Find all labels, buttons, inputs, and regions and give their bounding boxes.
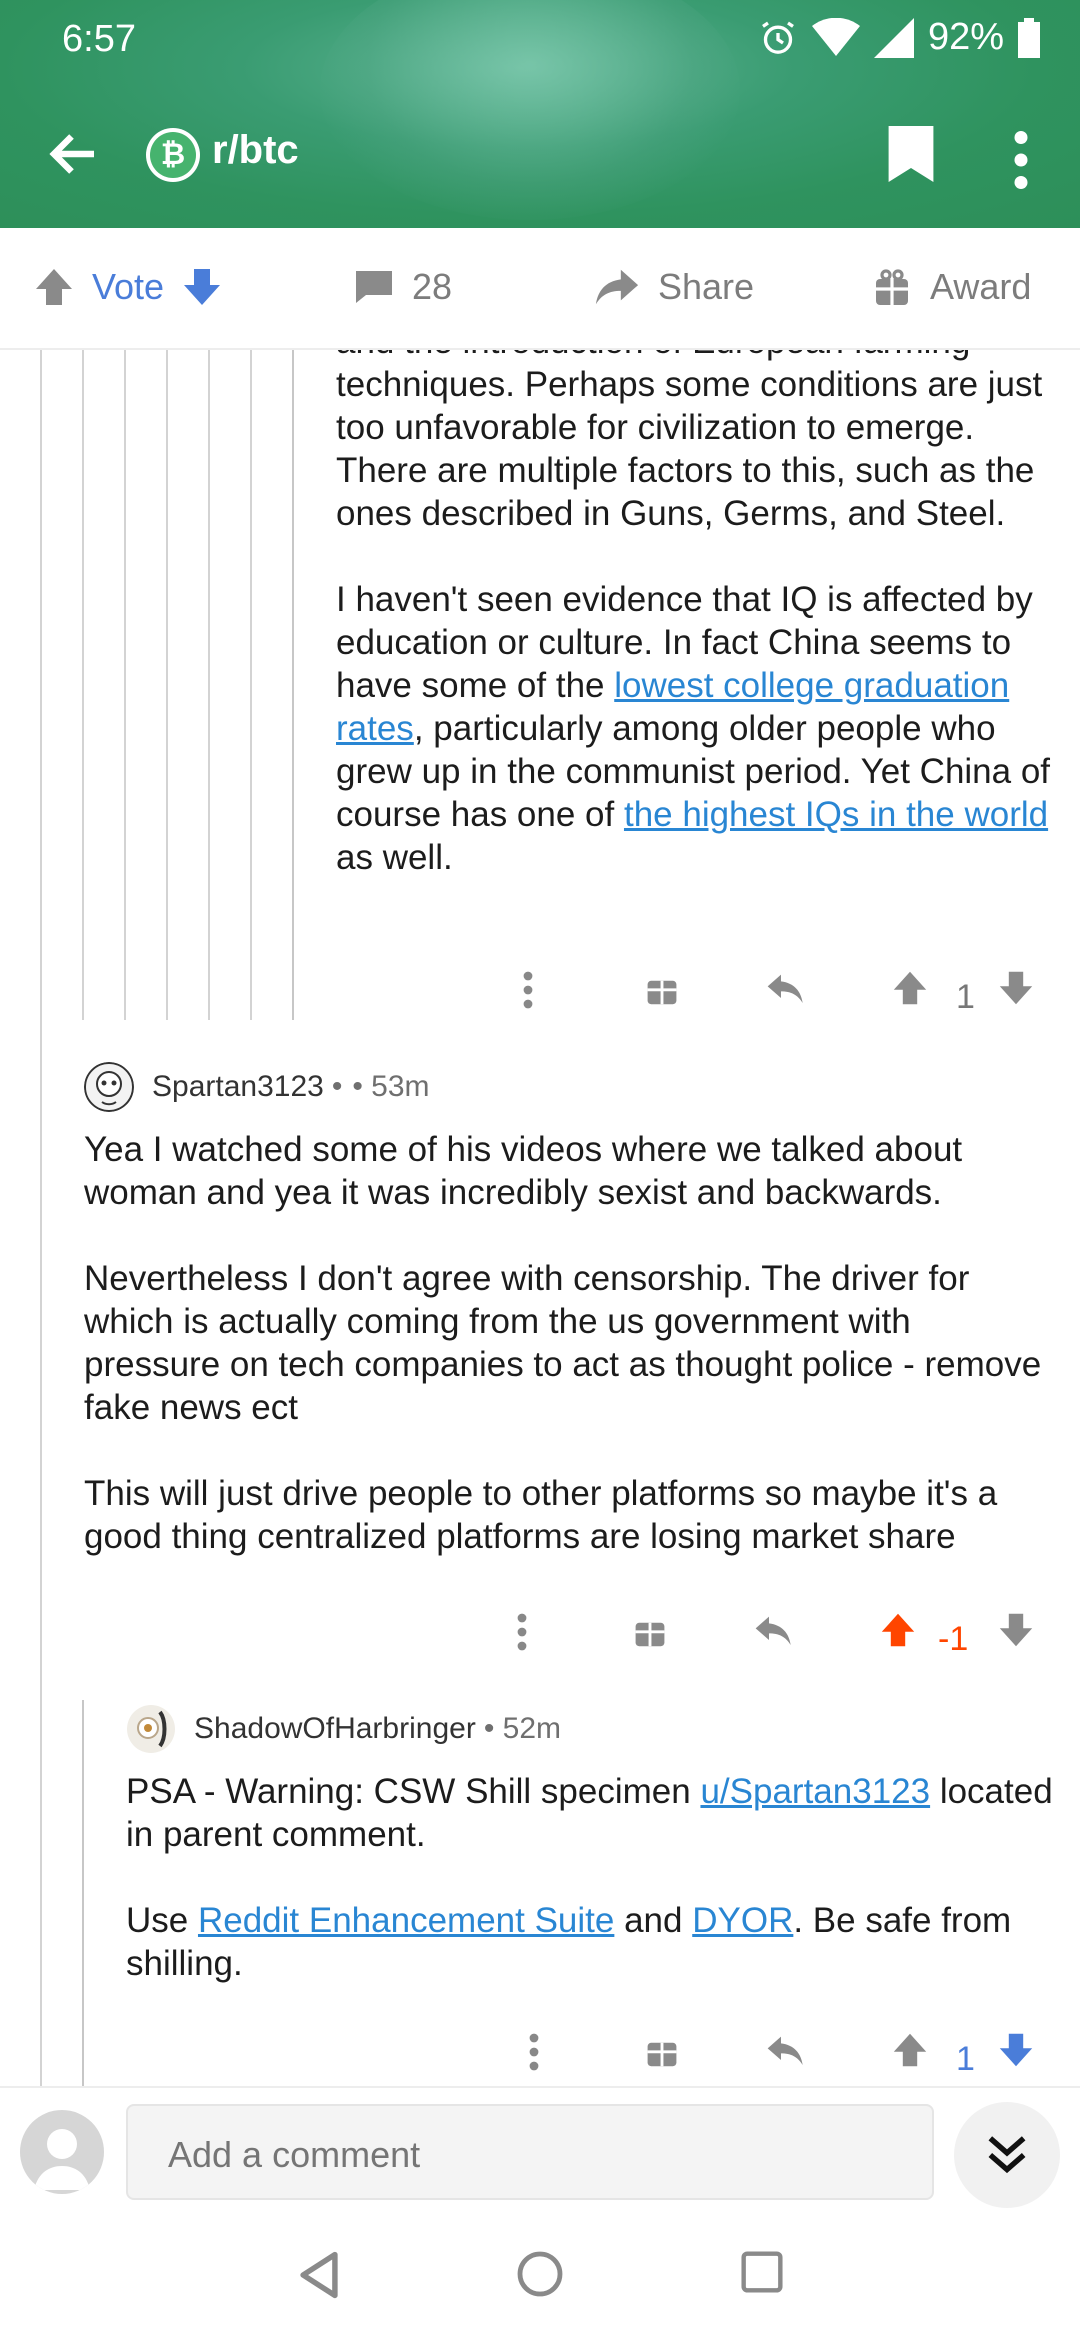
recents-square-icon[interactable] xyxy=(740,2250,784,2294)
more-options-icon[interactable] xyxy=(514,1612,530,1652)
share-arrow-icon xyxy=(595,269,639,305)
add-comment-bar: Add a comment xyxy=(0,2086,1080,2216)
award-gift-icon[interactable] xyxy=(644,2032,680,2068)
reply-icon[interactable] xyxy=(766,2032,806,2068)
comment-actions: 1 xyxy=(526,2032,1040,2086)
reply-icon[interactable] xyxy=(766,970,806,1006)
more-options-icon[interactable] xyxy=(520,970,536,1010)
comment-score: 1 xyxy=(956,2040,975,2078)
link-dyor[interactable]: DYOR xyxy=(692,1901,793,1940)
thread-indent-line xyxy=(124,350,126,1020)
thread-indent-line xyxy=(166,350,168,1020)
comment-actions: -1 xyxy=(514,1612,1040,1672)
more-options-icon[interactable] xyxy=(526,2032,542,2072)
app-header: 6:57 92% ₿ r/btc xyxy=(0,0,1080,228)
comment-age: • 52m xyxy=(483,1712,562,1745)
thread-indent-line xyxy=(40,350,42,2086)
comment-count: 28 xyxy=(412,266,453,307)
back-triangle-icon[interactable] xyxy=(296,2250,342,2300)
award-gift-icon[interactable] xyxy=(644,970,680,1006)
thread-indent-line xyxy=(208,350,210,1020)
avatar[interactable] xyxy=(84,1062,134,1112)
system-navigation-bar xyxy=(0,2216,1080,2340)
comment-paragraph: Use Reddit Enhancement Suite and DYOR. B… xyxy=(126,1901,1012,1983)
upvote-icon-active[interactable] xyxy=(880,1612,916,1648)
subreddit-icon[interactable]: ₿ xyxy=(146,128,200,182)
status-time: 6:57 xyxy=(62,18,136,60)
thread-indent-line xyxy=(82,350,84,1020)
reply-icon[interactable] xyxy=(754,1612,794,1648)
comment-score: 1 xyxy=(956,978,975,1016)
link-reddit-enhancement-suite[interactable]: Reddit Enhancement Suite xyxy=(198,1901,614,1940)
post-action-bar: Vote 28 Share Award xyxy=(0,228,1080,350)
battery-percent: 92% xyxy=(927,16,1004,58)
vote-group: Vote xyxy=(34,266,222,308)
upvote-icon[interactable] xyxy=(34,267,74,307)
upvote-icon[interactable] xyxy=(892,2032,928,2068)
downvote-icon[interactable] xyxy=(998,970,1034,1006)
double-chevron-down-icon xyxy=(988,2136,1026,2174)
comment-bubble-icon xyxy=(356,271,392,303)
comment-paragraph: I haven't seen evidence that IQ is affec… xyxy=(336,580,1051,877)
downvote-icon[interactable] xyxy=(182,267,222,307)
home-circle-icon[interactable] xyxy=(516,2250,564,2298)
comment-paragraph: Nevertheless I don't agree with censorsh… xyxy=(84,1259,1042,1427)
comment-actions: 1 xyxy=(520,970,1040,1030)
back-arrow-icon[interactable] xyxy=(44,124,104,184)
gift-icon xyxy=(876,269,908,305)
upvote-icon[interactable] xyxy=(892,970,928,1006)
jump-next-comment-button[interactable] xyxy=(954,2102,1060,2208)
comments-thread: and the introduction of European farming… xyxy=(0,350,1080,2086)
comment-body: Yea I watched some of his videos where w… xyxy=(84,1128,1044,1558)
downvote-icon-active[interactable] xyxy=(998,2032,1034,2068)
comment-age: • 53m xyxy=(352,1070,430,1103)
comment-score: -1 xyxy=(938,1620,969,1658)
add-comment-input[interactable]: Add a comment xyxy=(126,2104,934,2200)
comment-author-row: ShadowOfHarbringer • 52m xyxy=(126,1704,561,1754)
bookmark-icon[interactable] xyxy=(888,126,934,182)
subreddit-name[interactable]: r/btc xyxy=(212,128,299,173)
downvote-icon[interactable] xyxy=(998,1612,1034,1648)
comment-body: PSA - Warning: CSW Shill specimen u/Spar… xyxy=(126,1770,1056,1985)
vote-label: Vote xyxy=(92,266,165,307)
link-highest-iqs[interactable]: the highest IQs in the world xyxy=(624,795,1048,834)
battery-icon xyxy=(1018,17,1040,58)
signal-icon xyxy=(873,17,914,58)
status-bar: 6:57 92% xyxy=(0,0,1080,80)
thread-indent-line xyxy=(292,350,294,1020)
comment-body: and the introduction of European farming… xyxy=(336,350,1056,879)
comments-button[interactable]: 28 xyxy=(354,266,452,308)
default-avatar-icon xyxy=(34,2129,90,2190)
user-avatar[interactable] xyxy=(20,2110,104,2194)
alarm-icon xyxy=(762,21,794,54)
comment-author[interactable]: Spartan3123 xyxy=(152,1070,324,1104)
avatar[interactable] xyxy=(126,1704,176,1754)
comment-paragraph: and the introduction of European farming… xyxy=(336,350,1043,533)
award-button[interactable]: Award xyxy=(872,266,1031,308)
thread-indent-line xyxy=(82,1700,84,2086)
top-nav: ₿ r/btc xyxy=(0,112,1080,196)
share-label: Share xyxy=(658,266,755,307)
share-button[interactable]: Share xyxy=(594,266,754,308)
comment-author[interactable]: ShadowOfHarbringer xyxy=(194,1712,476,1746)
award-label: Award xyxy=(930,266,1032,307)
comment-paragraph: PSA - Warning: CSW Shill specimen u/Spar… xyxy=(126,1772,1053,1854)
meta-separator: • xyxy=(331,1070,343,1103)
award-gift-icon[interactable] xyxy=(632,1612,668,1648)
link-user-spartan3123[interactable]: u/Spartan3123 xyxy=(700,1772,930,1811)
comment-paragraph: Yea I watched some of his videos where w… xyxy=(84,1130,963,1212)
comment-paragraph: This will just drive people to other pla… xyxy=(84,1474,998,1556)
comment-author-row: Spartan3123 • • 53m xyxy=(84,1062,430,1112)
thread-indent-line xyxy=(250,350,252,1020)
wifi-icon xyxy=(811,17,860,56)
overflow-menu-icon[interactable] xyxy=(1006,130,1036,190)
